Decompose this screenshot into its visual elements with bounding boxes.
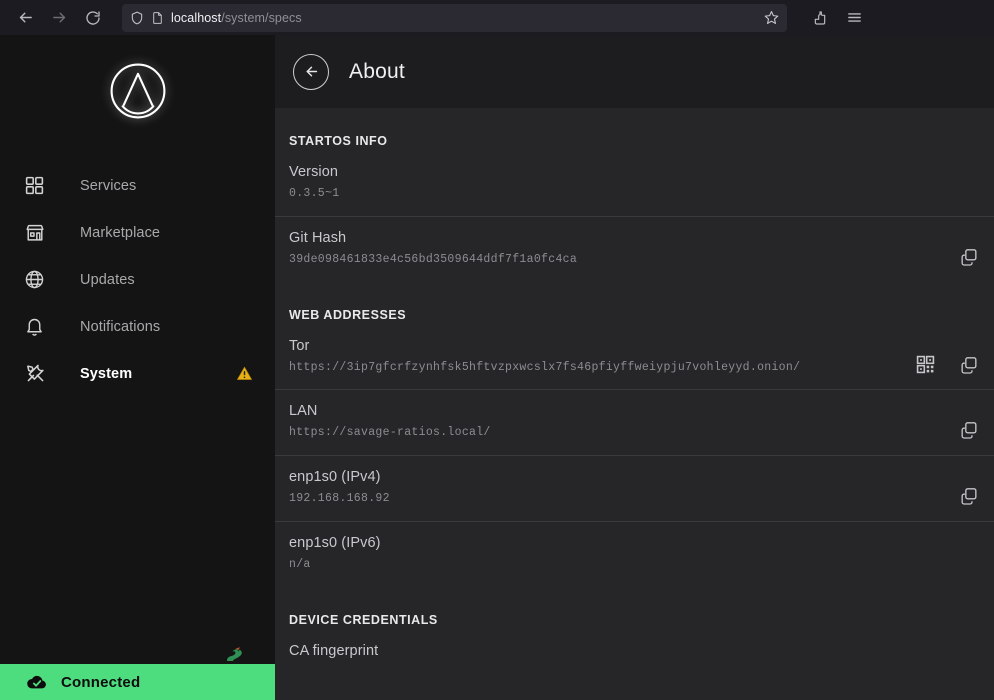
browser-toolbar-right (805, 4, 869, 32)
info-row-body: Tor https://3ip7gfcrfzynhfsk5hftvzpxwcslx… (289, 338, 914, 377)
info-row-value: n/a (289, 558, 311, 572)
section-heading: STARTOS INFO (289, 134, 388, 148)
globe-icon (24, 266, 56, 294)
section-rows: Tor https://3ip7gfcrfzynhfsk5hftvzpxwcslx… (275, 332, 994, 587)
info-row: LAN https://savage-ratios.local/ (275, 389, 994, 455)
info-row-body: CA fingerprint (289, 643, 980, 664)
section-heading: DEVICE CREDENTIALS (289, 612, 438, 627)
qr-code-icon[interactable] (914, 354, 936, 376)
info-row-value: 192.168.168.92 (289, 492, 390, 506)
info-row-label: enp1s0 (IPv4) (289, 469, 381, 486)
info-row-value: 39de098461833e4c56bd3509644ddf7f1a0fc4ca (289, 252, 578, 266)
store-icon (24, 219, 56, 247)
snake-icon (223, 644, 247, 664)
tools-icon (24, 360, 56, 388)
section-heading: WEB ADDRESSES (289, 307, 407, 322)
copy-icon[interactable] (958, 485, 980, 507)
sidebar-item-label: Services (80, 177, 137, 194)
info-row-value: https://3ip7gfcrfzynhfsk5hftvzpxwcslx7fs… (289, 360, 801, 374)
info-row-actions (958, 230, 980, 268)
info-row-body: LAN https://savage-ratios.local/ (289, 403, 958, 442)
startos-logo (110, 63, 165, 118)
sidebar-nav: Services Marketplace Updates Notificatio… (0, 162, 275, 397)
connection-status-bar[interactable]: Connected (0, 664, 275, 700)
logo-container (0, 35, 275, 140)
url-path: /system/specs (221, 10, 302, 25)
bookmark-star-icon[interactable] (764, 10, 779, 25)
cloud-check-icon (26, 671, 48, 693)
sidebar-item-label: Updates (80, 271, 135, 288)
info-row-body: enp1s0 (IPv4) 192.168.168.92 (289, 469, 958, 508)
info-row-value: 0.3.5~1 (289, 187, 340, 200)
sidebar-item-label: Marketplace (80, 224, 161, 241)
info-row-label: LAN (289, 403, 318, 420)
url-text[interactable]: localhost/system/specs (171, 11, 757, 25)
page-header: About (275, 35, 994, 108)
browser-forward-button[interactable] (44, 4, 74, 32)
sidebar-item-marketplace[interactable]: Marketplace (0, 209, 275, 256)
grid-icon (24, 172, 56, 200)
info-row: Version 0.3.5~1 (275, 158, 994, 216)
sidebar-item-services[interactable]: Services (0, 162, 275, 209)
info-row-value: https://savage-ratios.local/ (289, 426, 491, 440)
warning-triangle-icon (236, 365, 253, 382)
info-row-actions (914, 338, 980, 376)
sidebar-item-system[interactable]: System (0, 350, 275, 397)
app-shell: Services Marketplace Updates Notificatio… (0, 35, 994, 700)
about-content: STARTOS INFO Version 0.3.5~1 Git Hash 39de09… (275, 108, 994, 700)
sidebar-item-updates[interactable]: Updates (0, 256, 275, 303)
back-button[interactable] (293, 53, 329, 90)
connection-status-text: Connected (61, 673, 141, 691)
shield-icon (130, 11, 144, 25)
info-row-body: Version 0.3.5~1 (289, 164, 980, 203)
info-row: enp1s0 (IPv6) n/a (275, 521, 994, 587)
info-row-body: Git Hash 39de098461833e4c56bd3509644ddf7f… (289, 230, 958, 269)
info-row: CA fingerprint (275, 637, 994, 687)
extensions-icon[interactable] (805, 4, 835, 32)
section-rows: Version 0.3.5~1 Git Hash 39de098461833e4c56… (275, 158, 994, 282)
address-bar[interactable]: localhost/system/specs (122, 3, 787, 32)
page-info-icon[interactable] (151, 11, 164, 25)
browser-back-button[interactable] (10, 4, 40, 32)
bell-icon (24, 313, 56, 341)
info-row-label: CA fingerprint (289, 642, 379, 659)
browser-toolbar: localhost/system/specs (0, 0, 994, 35)
info-row-label: enp1s0 (IPv6) (289, 535, 381, 552)
sidebar-item-notifications[interactable]: Notifications (0, 303, 275, 350)
copy-icon[interactable] (958, 246, 980, 268)
info-row-label: Version (289, 164, 339, 180)
url-host: localhost (171, 10, 222, 25)
hamburger-menu-icon[interactable] (839, 4, 869, 32)
copy-icon[interactable] (958, 419, 980, 441)
info-row-label: Git Hash (289, 229, 347, 246)
sidebar-item-label: System (80, 365, 133, 382)
section-rows: CA fingerprint (275, 637, 994, 687)
main-panel: About STARTOS INFO Version 0.3.5~1 Git Hash… (275, 35, 994, 700)
info-row: Git Hash 39de098461833e4c56bd3509644ddf7f… (275, 215, 994, 282)
sidebar: Services Marketplace Updates Notificatio… (0, 35, 275, 700)
page-title: About (349, 59, 405, 83)
info-row-actions (958, 469, 980, 507)
browser-reload-button[interactable] (78, 4, 108, 32)
copy-icon[interactable] (958, 354, 980, 376)
info-row-body: enp1s0 (IPv6) n/a (289, 535, 980, 574)
info-row-actions (958, 403, 980, 441)
info-row-label: Tor (289, 337, 310, 354)
sidebar-item-label: Notifications (80, 318, 161, 335)
info-row: enp1s0 (IPv4) 192.168.168.92 (275, 455, 994, 521)
info-row: Tor https://3ip7gfcrfzynhfsk5hftvzpxwcslx… (275, 332, 994, 390)
